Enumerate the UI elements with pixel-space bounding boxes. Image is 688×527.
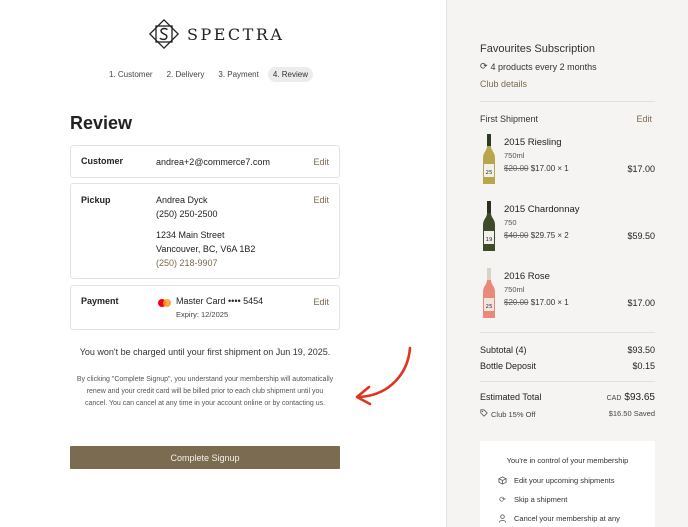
refresh-icon: ⟳ — [480, 61, 488, 71]
product-item: 19 2015 Chardonnay 750 $40.00 $29.75 × 2… — [480, 201, 655, 253]
wine-bottle-icon: 19 — [483, 201, 495, 251]
subtotal-value: $93.50 — [627, 345, 655, 355]
control-item-skip: ⟳ Skip a shipment — [498, 495, 567, 504]
skip-icon: ⟳ — [499, 495, 506, 504]
total-value: $93.65 — [624, 392, 655, 403]
wine-bottle-icon: 25 — [483, 134, 495, 184]
customer-label: Customer — [81, 156, 124, 166]
deposit-value: $0.15 — [632, 361, 655, 371]
checkout-steps: 1. Customer 2. Delivery 3. Payment 4. Re… — [104, 67, 313, 82]
first-shipment-label: First Shipment — [480, 114, 539, 124]
bottle-label-text: 25 — [486, 304, 493, 310]
total-row: Estimated Total CAD $93.65 — [480, 392, 655, 403]
brand-logo[interactable]: SPECTRA — [148, 17, 284, 51]
control-item-edit: Edit your upcoming shipments — [498, 476, 614, 485]
page-title: Review — [70, 113, 133, 133]
complete-signup-button[interactable]: Complete Signup — [70, 446, 340, 469]
step-delivery[interactable]: 2. Delivery — [162, 67, 210, 82]
legal-text: By clicking "Complete Signup", you under… — [76, 376, 334, 408]
currency-code: CAD — [606, 395, 622, 402]
customer-card: Customer andrea+2@commerce7.com Edit — [70, 145, 340, 178]
product-size: 750 — [504, 218, 517, 227]
user-icon — [498, 514, 507, 523]
checkout-main: SPECTRA 1. Customer 2. Delivery 3. Payme… — [0, 0, 446, 527]
product-old-price: $20.00 — [504, 164, 529, 173]
pickup-address-line1: 1234 Main Street — [156, 230, 225, 240]
pickup-name: Andrea Dyck — [156, 195, 208, 205]
product-total: $17.00 — [627, 164, 655, 174]
control-item-label: Skip a shipment — [514, 495, 568, 504]
deposit-row: Bottle Deposit $0.15 — [480, 361, 655, 371]
product-item: 25 2016 Rose 750ml $20.00 $17.00 × 1 $17… — [480, 268, 655, 320]
product-name: 2016 Rose — [504, 271, 550, 282]
pickup-label: Pickup — [81, 195, 111, 205]
frequency-text: 4 products every 2 months — [490, 61, 597, 72]
divider — [480, 101, 655, 102]
order-summary: Favourites Subscription ⟳ 4 products eve… — [446, 0, 688, 527]
control-item-cancel: Cancel your membership at any — [498, 514, 620, 523]
membership-control-box: You're in control of your membership Edi… — [480, 441, 655, 527]
product-name: 2015 Chardonnay — [504, 204, 580, 215]
edit-customer-link[interactable]: Edit — [313, 157, 329, 167]
control-title: You're in control of your membership — [506, 456, 629, 465]
mastercard-icon — [158, 299, 172, 308]
brand-name: SPECTRA — [187, 24, 285, 44]
step-review[interactable]: 4. Review — [267, 67, 313, 82]
step-customer[interactable]: 1. Customer — [104, 67, 158, 82]
product-old-price: $20.00 — [504, 298, 529, 307]
product-unit-price: $17.00 × 1 — [530, 298, 569, 307]
bottle-label-text: 25 — [486, 170, 493, 176]
product-price: $20.00 $17.00 × 1 — [504, 164, 569, 173]
subtotal-label: Subtotal (4) — [480, 345, 527, 355]
card-summary: Master Card •••• 5454 — [176, 296, 264, 306]
annotation-arrow-icon — [355, 346, 412, 406]
divider — [480, 332, 655, 333]
payment-card: Payment Master Card •••• 5454 Expiry: 12… — [70, 285, 340, 330]
product-size: 750ml — [504, 151, 525, 160]
payment-label: Payment — [81, 296, 119, 306]
deposit-label: Bottle Deposit — [480, 361, 537, 371]
product-price: $20.00 $17.00 × 1 — [504, 298, 569, 307]
edit-pickup-link[interactable]: Edit — [313, 195, 329, 205]
control-item-label: Edit your upcoming shipments — [514, 476, 615, 485]
customer-email: andrea+2@commerce7.com — [156, 157, 270, 167]
spectra-logo-icon — [148, 18, 180, 50]
bottle-label-text: 19 — [486, 237, 493, 243]
edit-shipment-link[interactable]: Edit — [636, 114, 652, 124]
edit-payment-link[interactable]: Edit — [313, 297, 329, 307]
club-details-link[interactable]: Club details — [480, 79, 527, 89]
product-unit-price: $29.75 × 2 — [530, 231, 569, 240]
pickup-phone: (250) 250-2500 — [156, 209, 218, 219]
discount-value: $16.50 Saved — [608, 409, 655, 418]
discount-row: Club 15% Off $16.50 Saved — [480, 409, 655, 419]
product-total: $59.50 — [627, 231, 655, 241]
store-phone-link[interactable]: (250) 218-9907 — [156, 258, 218, 268]
box-icon — [498, 476, 507, 485]
discount-label: Club 15% Off — [491, 409, 536, 419]
pickup-address-line2: Vancouver, BC, V6A 1B2 — [156, 244, 256, 254]
wine-bottle-icon: 25 — [483, 268, 495, 318]
subtotal-row: Subtotal (4) $93.50 — [480, 345, 655, 355]
product-total: $17.00 — [627, 298, 655, 308]
divider — [480, 381, 655, 382]
total-label: Estimated Total — [480, 392, 542, 402]
tag-icon — [480, 409, 488, 419]
card-expiry: Expiry: 12/2025 — [176, 310, 229, 319]
control-item-label: Cancel your membership at any — [514, 514, 620, 523]
product-item: 25 2015 Riesling 750ml $20.00 $17.00 × 1… — [480, 134, 655, 186]
product-size: 750ml — [504, 285, 525, 294]
subscription-title: Favourites Subscription — [480, 43, 595, 55]
step-payment[interactable]: 3. Payment — [213, 67, 263, 82]
product-price: $40.00 $29.75 × 2 — [504, 231, 569, 240]
product-old-price: $40.00 — [504, 231, 529, 240]
product-name: 2015 Riesling — [504, 137, 562, 148]
pickup-card: Pickup Andrea Dyck (250) 250-2500 1234 M… — [70, 183, 340, 279]
product-unit-price: $17.00 × 1 — [530, 164, 569, 173]
subscription-frequency: ⟳ 4 products every 2 months — [480, 61, 597, 72]
charge-notice: You won't be charged until your first sh… — [79, 347, 331, 357]
